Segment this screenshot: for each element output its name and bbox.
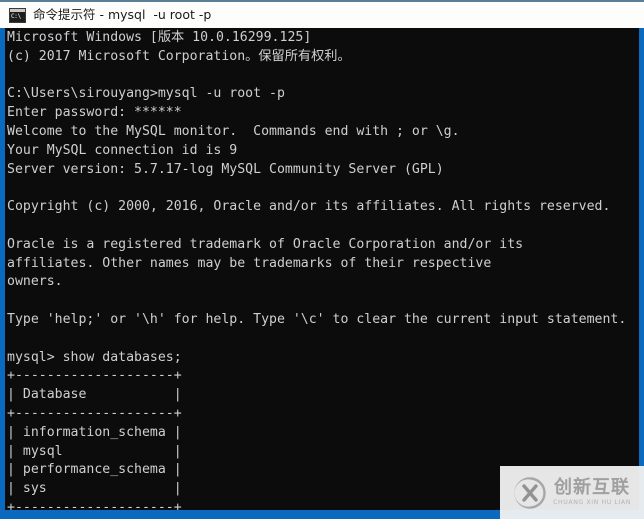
console-line: mysql> show databases; [7,349,182,365]
watermark-brand-pinyin: CHUANG XIN HU LIAN [553,498,631,506]
console-line: | mysql | [7,443,182,459]
window-title: 命令提示符 - mysql -u root -p [33,7,212,22]
console-line: Oracle is a registered trademark of Orac… [7,236,524,252]
console-line: affiliates. Other names may be trademark… [7,255,492,271]
console-line: +--------------------+ [7,405,182,421]
watermark-logo-icon [513,476,547,510]
command-prompt-window: C:\ 命令提示符 - mysql -u root -p Microsoft W… [0,0,644,519]
icon-prompt-text: C:\ [10,11,25,22]
console-line: Enter password: ****** [7,105,182,121]
console-line: | Database | [7,387,182,403]
console-line: (c) 2017 Microsoft Corporation。保留所有权利。 [7,48,351,64]
console-output: Microsoft Windows [版本 10.0.16299.125] (c)… [5,28,639,510]
watermark-brand-cn: 创新互联 [554,476,630,498]
console-line: C:\Users\sirouyang>mysql -u root -p [7,86,285,102]
console-line: Copyright (c) 2000, 2016, Oracle and/or … [7,199,611,215]
console-line: owners. [7,274,63,290]
console-line: Server version: 5.7.17-log MySQL Communi… [7,161,444,177]
window-titlebar[interactable]: C:\ 命令提示符 - mysql -u root -p [0,2,644,28]
console-line: Microsoft Windows [版本 10.0.16299.125] [7,30,312,45]
console-line: Your MySQL connection id is 9 [7,142,238,158]
console-line: | information_schema | [7,424,182,440]
console-line: Welcome to the MySQL monitor. Commands e… [7,123,460,139]
console-line: Type 'help;' or '\h' for help. Type '\c'… [7,311,627,327]
console-line: +--------------------+ [7,368,182,384]
console-client-area[interactable]: Microsoft Windows [版本 10.0.16299.125] (c)… [5,28,639,510]
watermark: 创新互联 CHUANG XIN HU LIAN [500,466,644,519]
watermark-text-block: 创新互联 CHUANG XIN HU LIAN [553,476,631,506]
command-prompt-icon[interactable]: C:\ [9,7,26,23]
